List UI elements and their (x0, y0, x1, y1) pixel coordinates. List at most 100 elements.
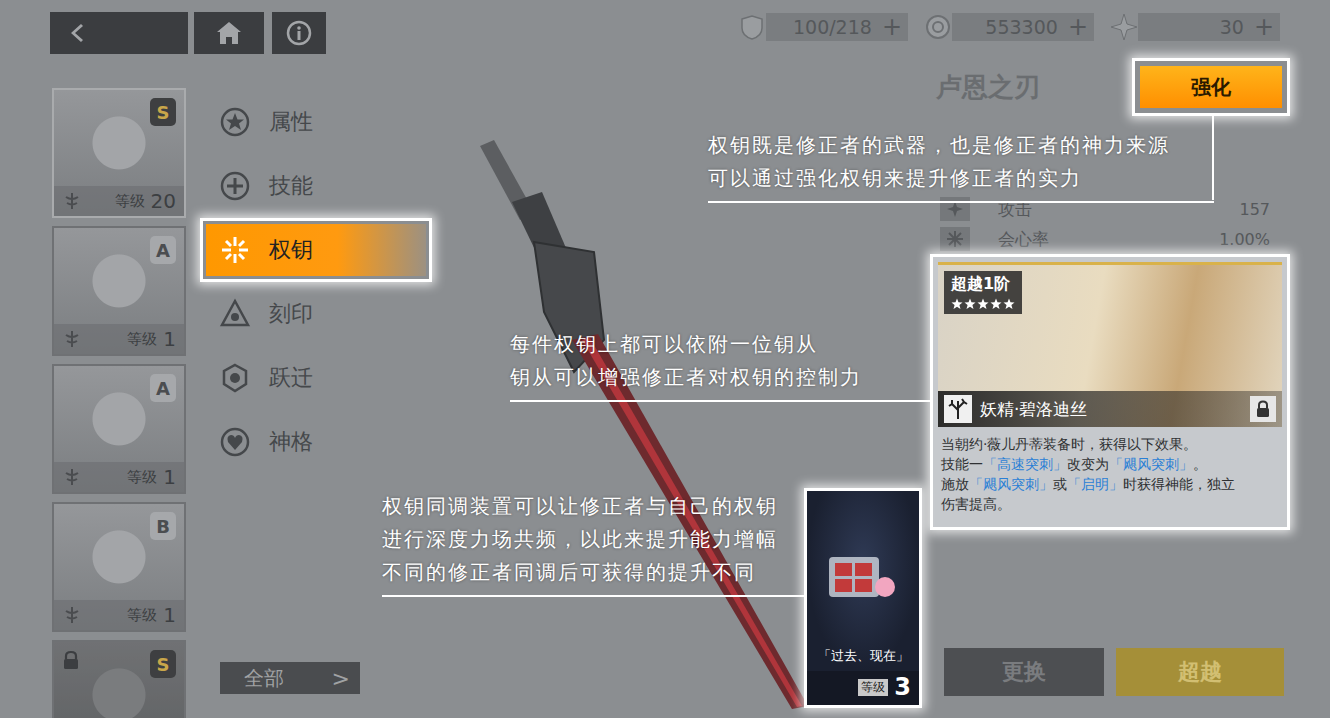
stat-value: 157 (1239, 200, 1270, 219)
callout-line: 不同的修正者同调后可获得的提升不同 (382, 556, 804, 589)
action-buttons: 更换超越 (930, 648, 1290, 696)
filter-label[interactable]: 全部 (244, 665, 284, 692)
menu-item-icon[interactable] (219, 170, 251, 202)
level-row: 等级1 (54, 324, 184, 354)
description-line: 施放「飓风突刺」或「启明」时获得神能，独立伤害提高。 (941, 474, 1241, 514)
tree-icon (944, 395, 972, 423)
resource-value: 100/218 (793, 16, 872, 38)
stat-row: 攻击 157 (930, 196, 1290, 222)
tutorial-callout: 每件权钥上都可以依附一位钥从钥从可以增强修正者对权钥的控制力 (510, 328, 930, 402)
menu-item[interactable]: 刻印 (200, 282, 432, 346)
menu-item-inner: 神格 (206, 416, 426, 468)
home-icon[interactable] (215, 20, 243, 46)
level-value: 20 (151, 189, 176, 213)
rank-badge: A (150, 374, 176, 402)
tutorial-callout: 权钥同调装置可以让修正者与自己的权钥进行深度力场共频，以此来提升能力增幅不同的修… (382, 490, 804, 597)
callout-connector-line (1212, 116, 1214, 200)
star-icon (990, 298, 1002, 310)
menu-item-icon[interactable] (219, 426, 251, 458)
coin-icon (924, 13, 952, 41)
skill-name: 「启明」 (1067, 476, 1123, 492)
lock-icon[interactable] (1250, 396, 1276, 422)
menu-label[interactable]: 属性 (269, 107, 313, 137)
level-value: 3 (894, 673, 911, 701)
element-icon (62, 605, 82, 625)
enhance-button[interactable]: 强化 (1140, 66, 1282, 108)
menu-item[interactable]: 技能 (200, 154, 432, 218)
stat-row: 会心率1.00% (930, 226, 1290, 252)
add-resource-button[interactable]: + (1254, 15, 1274, 39)
weapon-image (472, 140, 812, 714)
star-icon (977, 298, 989, 310)
level-label: 等级 (115, 192, 145, 211)
resource-box: 30 + (1138, 13, 1280, 41)
weapon-stats: 攻击 157 会心率1.00% (930, 196, 1290, 252)
attendant-picture: 超越1阶妖精·碧洛迪丝 (938, 262, 1282, 427)
level-row: 等级1 (54, 462, 184, 492)
rank-badge: S (150, 650, 176, 678)
weapon-name: 卢恩之刃 (936, 70, 1040, 105)
home-button[interactable] (194, 12, 264, 54)
stamina-icon (738, 13, 766, 41)
description-line: 技能一「高速突刺」改变为「飓风突刺」。 (941, 454, 1241, 474)
menu-item-inner: 跃迁 (206, 352, 426, 404)
menu-label[interactable]: 刻印 (269, 299, 313, 329)
weapon-header: 卢恩之刃 强化 (930, 58, 1290, 116)
menu-label[interactable]: 权钥 (269, 235, 313, 265)
enhance-highlight: 强化 (1132, 58, 1290, 116)
top-bar: 100/218 +553300 +30 + (0, 0, 1330, 54)
menu-label[interactable]: 神格 (269, 427, 313, 457)
sync-device-card[interactable]: 「过去、现在」等级3 (804, 488, 922, 708)
resource-value: 553300 (985, 16, 1058, 38)
arrow-icon[interactable]: > (332, 666, 350, 691)
filter-button[interactable]: 全部 > (220, 662, 360, 694)
menu-label[interactable]: 技能 (269, 171, 313, 201)
add-resource-button[interactable]: + (882, 15, 902, 39)
attendant-name: 妖精·碧洛迪丝 (980, 398, 1087, 421)
character-card[interactable]: S等级20 (52, 88, 186, 218)
description-text: 当朝约·薇儿丹蒂装备时，获得以下效果。 (941, 436, 1197, 452)
transcend-button[interactable]: 超越 (1116, 648, 1284, 696)
menu-item-icon[interactable] (219, 106, 251, 138)
menu-item-icon[interactable] (219, 362, 251, 394)
element-icon (62, 191, 82, 211)
character-card[interactable]: B 等级1 (52, 502, 186, 632)
resource: 553300 + (924, 12, 1094, 42)
character-card[interactable]: A 等级1 (52, 364, 186, 494)
skill-name: 「飓风突刺」 (1109, 456, 1193, 472)
add-resource-button[interactable]: + (1068, 15, 1088, 39)
rank-badge: B (150, 512, 176, 540)
info-button[interactable] (272, 12, 326, 54)
element-icon (62, 329, 82, 349)
menu-item[interactable]: 跃迁 (200, 346, 432, 410)
crit-icon (940, 227, 970, 251)
tutorial-callout: 权钥既是修正者的武器，也是修正者的神力来源可以通过强化权钥来提升修正者的实力 (708, 129, 1214, 203)
back-button[interactable] (50, 12, 188, 54)
back-arrow-icon[interactable] (66, 22, 88, 44)
menu-item-icon[interactable] (219, 298, 251, 330)
skill-name: 「飓风突刺」 (969, 476, 1053, 492)
menu-item[interactable]: 权钥 (200, 218, 432, 282)
description-text: 。 (1193, 456, 1207, 472)
character-card[interactable]: A等级1 (52, 226, 186, 356)
menu-item[interactable]: 神格 (200, 410, 432, 474)
level-row: 等级1 (54, 600, 184, 630)
menu-item-inner: 技能 (206, 160, 426, 212)
resource-bar: 100/218 +553300 +30 + (738, 12, 1280, 42)
menu-label[interactable]: 跃迁 (269, 363, 313, 393)
sync-device-picture: 「过去、现在」 (807, 491, 919, 671)
callout-line: 权钥同调装置可以让修正者与自己的权钥 (382, 490, 804, 523)
attendant-card[interactable]: 超越1阶妖精·碧洛迪丝当朝约·薇儿丹蒂装备时，获得以下效果。技能一「高速突刺」改… (930, 254, 1290, 530)
attendant-description: 当朝约·薇儿丹蒂装备时，获得以下效果。技能一「高速突刺」改变为「飓风突刺」。施放… (933, 427, 1287, 521)
stat-label: 攻击 (998, 198, 1032, 221)
description-text: 技能一 (941, 456, 983, 472)
menu-item[interactable]: 属性 (200, 90, 432, 154)
menu-item-icon[interactable] (219, 234, 251, 266)
info-icon[interactable] (286, 20, 312, 46)
sync-device-icon (823, 547, 903, 617)
description-text: 改变为 (1067, 456, 1109, 472)
replace-button[interactable]: 更换 (944, 648, 1104, 696)
resource-value: 30 (1220, 16, 1244, 38)
side-menu: 属性技能权钥刻印跃迁神格全部 > (200, 54, 432, 718)
character-card[interactable]: S (52, 640, 186, 718)
